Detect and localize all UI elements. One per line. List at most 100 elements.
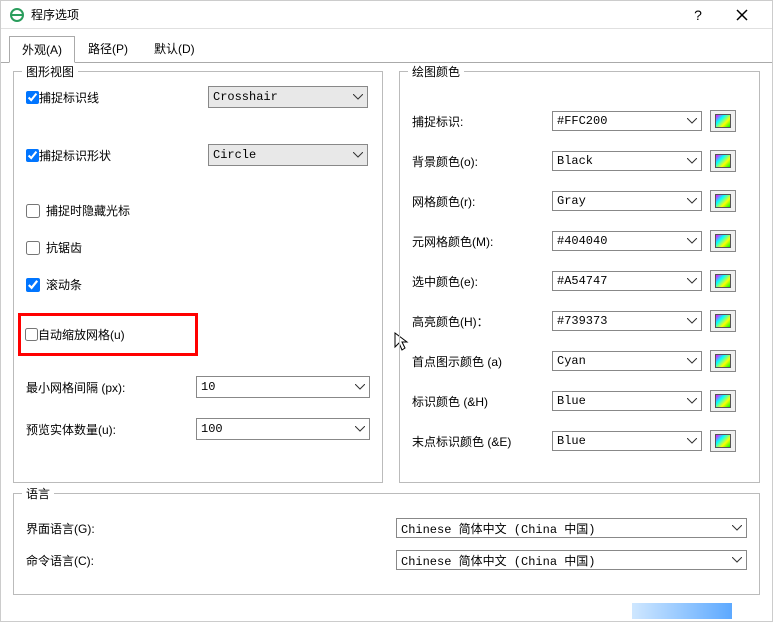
color-row: 标识颜色 (&H) Blue (412, 390, 747, 412)
drawing-colors-group: 绘图颜色 捕捉标识:#FFC200背景颜色(o):Black网格颜色(r):Gr… (399, 71, 760, 483)
crosshair-select[interactable]: Crosshair (208, 86, 368, 108)
graphics-view-legend: 图形视图 (22, 63, 78, 80)
hide-cursor-label: 捕捉时隐藏光标 (46, 202, 130, 219)
chevron-down-icon (353, 94, 363, 100)
color-picker-button[interactable] (710, 350, 736, 372)
language-legend: 语言 (22, 485, 54, 502)
color-select-value: Blue (557, 394, 586, 408)
cmd-language-select[interactable]: Chinese 简体中文 (China 中国) (396, 550, 747, 570)
color-select-value: Black (557, 154, 593, 168)
chevron-down-icon (687, 398, 697, 404)
color-select[interactable]: Gray (552, 191, 702, 211)
color-row: 高亮颜色(H)： #739373 (412, 310, 747, 332)
preview-entity-count-select[interactable]: 100 (196, 418, 370, 440)
anti-alias-label: 抗锯齿 (46, 239, 82, 256)
ui-language-select[interactable]: Chinese 简体中文 (China 中国) (396, 518, 747, 538)
color-select[interactable]: #739373 (552, 311, 702, 331)
color-select-value: #A54747 (557, 274, 607, 288)
cmd-language-label: 命令语言(C): (26, 552, 396, 569)
color-select-value: Cyan (557, 354, 586, 368)
color-swatch-icon (715, 234, 731, 248)
anti-alias-checkbox[interactable] (26, 241, 40, 255)
drawing-colors-legend: 绘图颜色 (408, 63, 464, 80)
color-swatch-icon (715, 434, 731, 448)
color-select[interactable]: #404040 (552, 231, 702, 251)
color-picker-button[interactable] (710, 230, 736, 252)
scrollbars-checkbox[interactable] (26, 278, 40, 292)
hide-cursor-checkbox[interactable] (26, 204, 40, 218)
color-label: 标识颜色 (&H) (412, 393, 552, 410)
tab-default[interactable]: 默认(D) (141, 35, 208, 62)
min-grid-spacing-value: 10 (201, 380, 215, 394)
min-grid-spacing-label: 最小网格间隔 (px): (26, 379, 196, 396)
color-row: 选中颜色(e): #A54747 (412, 270, 747, 292)
chevron-down-icon (687, 278, 697, 284)
color-select[interactable]: Cyan (552, 351, 702, 371)
color-row: 网格颜色(r):Gray (412, 190, 747, 212)
capture-id-line-checkbox[interactable] (26, 91, 39, 104)
capture-id-shape-label: 捕捉标识形状 (39, 147, 111, 164)
color-swatch-icon (715, 394, 731, 408)
color-swatch-icon (715, 154, 731, 168)
chevron-down-icon (355, 384, 365, 390)
chevron-down-icon (687, 158, 697, 164)
circle-select[interactable]: Circle (208, 144, 368, 166)
color-picker-button[interactable] (710, 430, 736, 452)
color-picker-button[interactable] (710, 190, 736, 212)
color-select[interactable]: Black (552, 151, 702, 171)
color-swatch-icon (715, 194, 731, 208)
ui-language-label: 界面语言(G): (26, 520, 396, 537)
color-swatch-icon (715, 274, 731, 288)
color-select-value: #739373 (557, 314, 607, 328)
scrollbars-label: 滚动条 (46, 276, 82, 293)
auto-zoom-grid-label: 自动缩放网格(u) (38, 326, 125, 343)
color-label: 首点图示颜色 (a) (412, 353, 552, 370)
close-button[interactable] (720, 1, 764, 29)
chevron-down-icon (687, 198, 697, 204)
help-button[interactable]: ? (676, 1, 720, 29)
color-row: 首点图示颜色 (a) Cyan (412, 350, 747, 372)
preview-entity-count-value: 100 (201, 422, 223, 436)
color-label: 元网格颜色(M): (412, 233, 552, 250)
color-label: 选中颜色(e): (412, 273, 552, 290)
chevron-down-icon (687, 358, 697, 364)
window-title: 程序选项 (31, 6, 676, 23)
color-picker-button[interactable] (710, 270, 736, 292)
graphics-view-group: 图形视图 捕捉标识线 Crosshair 捕捉标识形状 Circle 捕捉时隐藏… (13, 71, 383, 483)
chevron-down-icon (687, 438, 697, 444)
auto-zoom-grid-checkbox[interactable] (25, 328, 38, 341)
chevron-down-icon (355, 426, 365, 432)
color-picker-button[interactable] (710, 310, 736, 332)
color-select[interactable]: #FFC200 (552, 111, 702, 131)
color-label: 高亮颜色(H)： (412, 313, 552, 330)
tab-appearance[interactable]: 外观(A) (9, 36, 75, 63)
capture-id-line-label: 捕捉标识线 (39, 89, 99, 106)
color-picker-button[interactable] (710, 110, 736, 132)
min-grid-spacing-select[interactable]: 10 (196, 376, 370, 398)
color-row: 捕捉标识:#FFC200 (412, 110, 747, 132)
chevron-down-icon (687, 238, 697, 244)
color-row: 元网格颜色(M):#404040 (412, 230, 747, 252)
language-group: 语言 界面语言(G): Chinese 简体中文 (China 中国) 命令语言… (13, 493, 760, 595)
color-select[interactable]: Blue (552, 391, 702, 411)
circle-select-value: Circle (213, 148, 256, 162)
chevron-down-icon (353, 152, 363, 158)
capture-id-shape-checkbox[interactable] (26, 149, 39, 162)
color-label: 背景颜色(o): (412, 153, 552, 170)
cmd-language-value: Chinese 简体中文 (China 中国) (401, 552, 595, 569)
color-row: 末点标识颜色 (&E) Blue (412, 430, 747, 452)
crosshair-select-value: Crosshair (213, 90, 278, 104)
highlighted-option-box: 自动缩放网格(u) (18, 313, 198, 356)
color-picker-button[interactable] (710, 150, 736, 172)
color-select-value: #FFC200 (557, 114, 607, 128)
color-swatch-icon (715, 354, 731, 368)
color-label: 末点标识颜色 (&E) (412, 433, 552, 450)
color-select[interactable]: #A54747 (552, 271, 702, 291)
color-picker-button[interactable] (710, 390, 736, 412)
color-row: 背景颜色(o): Black (412, 150, 747, 172)
ui-language-value: Chinese 简体中文 (China 中国) (401, 520, 595, 537)
color-select-value: Blue (557, 434, 586, 448)
color-select[interactable]: Blue (552, 431, 702, 451)
color-select-value: Gray (557, 194, 586, 208)
tab-path[interactable]: 路径(P) (75, 35, 141, 62)
